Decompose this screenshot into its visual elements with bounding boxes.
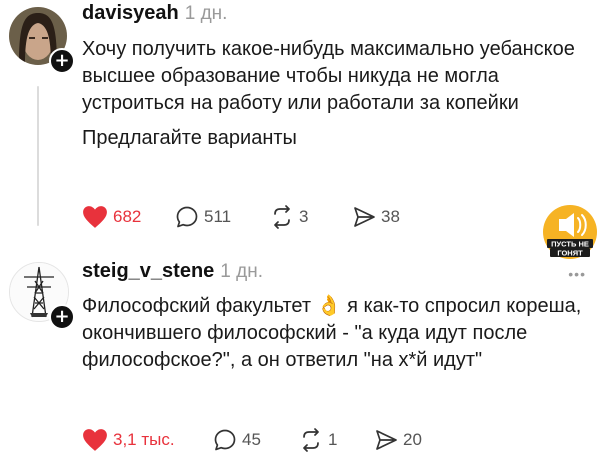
heart-icon <box>83 206 107 228</box>
follow-button[interactable]: + <box>49 48 75 74</box>
repost-count: 3 <box>299 207 309 226</box>
comment-icon <box>176 206 198 228</box>
post-text-part: Философский факультет <box>82 295 312 317</box>
post-header: davisyeah 1 дн. <box>82 2 227 25</box>
send-icon <box>376 430 397 450</box>
repost-button[interactable]: 1 <box>299 426 337 454</box>
repost-button[interactable]: 3 <box>270 203 308 231</box>
share-count: 20 <box>403 430 422 449</box>
more-options-button[interactable]: ••• <box>568 266 586 282</box>
timestamp: 1 дн. <box>220 261 264 282</box>
comment-count: 45 <box>242 430 261 449</box>
like-button[interactable]: 682 <box>82 203 141 231</box>
share-button[interactable]: 38 <box>352 203 400 231</box>
username[interactable]: steig_v_stene <box>82 260 214 282</box>
repost-icon <box>274 205 290 229</box>
repost-icon <box>303 428 319 452</box>
share-button[interactable]: 20 <box>374 426 422 454</box>
comment-icon <box>214 429 236 451</box>
post-header: steig_v_stene 1 дн. <box>82 260 263 283</box>
post-actions: 3,1 тыс. 45 1 20 <box>82 426 482 454</box>
post-text: Хочу получить какое-нибудь максимально у… <box>82 36 582 152</box>
like-count: 682 <box>113 207 142 226</box>
comment-count: 511 <box>204 207 232 226</box>
follow-button[interactable]: + <box>49 304 75 330</box>
post-steig-v-stene: + steig_v_stene 1 дн. ••• Философский фак… <box>0 240 600 467</box>
comment-button[interactable]: 45 <box>213 426 261 454</box>
like-button[interactable]: 3,1 тыс. <box>82 426 175 454</box>
send-icon <box>354 207 375 227</box>
thread-line <box>37 86 39 226</box>
post-davisyeah: + davisyeah 1 дн. Хочу получить какое-ниб… <box>0 0 600 240</box>
post-text: Философский факультет 👌 я как-то спросил… <box>82 292 582 374</box>
heart-icon <box>83 429 107 451</box>
username[interactable]: davisyeah <box>82 2 179 24</box>
repost-count: 1 <box>328 430 338 449</box>
timestamp: 1 дн. <box>184 3 228 24</box>
like-count: 3,1 тыс. <box>113 430 175 449</box>
ok-hand-emoji: 👌 <box>316 293 342 317</box>
post-paragraph: Предлагайте варианты <box>82 127 297 149</box>
share-count: 38 <box>381 207 400 226</box>
post-actions: 682 511 3 38 <box>82 203 482 231</box>
post-paragraph: Хочу получить какое-нибудь максимально у… <box>82 38 575 114</box>
comment-button[interactable]: 511 <box>175 203 231 231</box>
